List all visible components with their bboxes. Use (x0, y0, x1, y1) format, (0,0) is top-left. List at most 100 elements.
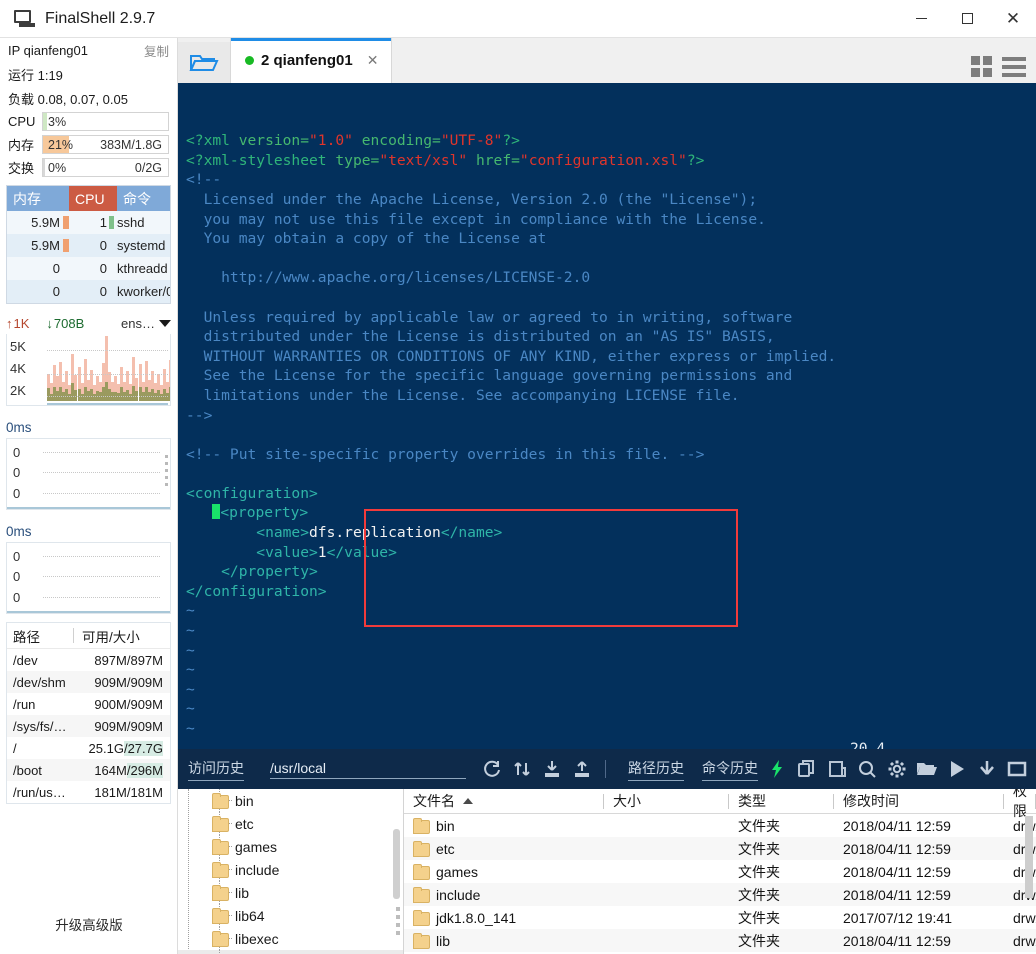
process-row[interactable]: 5.9M 0 systemd (7, 234, 170, 257)
paste-icon[interactable] (826, 758, 848, 780)
directory-tree[interactable]: bin etc games include lib lib64 libexec local (178, 789, 404, 954)
file-row[interactable]: lib 文件夹 2018/04/11 12:59 drwxr (404, 929, 1036, 952)
disk-size: 909M/909M (94, 674, 163, 690)
file-col-name[interactable]: 文件名 (404, 789, 604, 814)
command-history-button[interactable]: 命令历史 (702, 758, 758, 781)
disk-row[interactable]: /boot 164M/296M (7, 759, 170, 781)
network-chart: 5K 4K 2K (6, 334, 171, 406)
terminal-line: ~ (186, 661, 195, 679)
file-row[interactable]: games文件夹2018/04/11 12:59drwxr (404, 860, 1036, 883)
chevron-down-icon (159, 319, 171, 327)
window-controls: ✕ (898, 0, 1036, 38)
list-view-icon[interactable] (1002, 56, 1026, 77)
ping-multi-tick-0: 0 (13, 549, 21, 564)
file-row[interactable]: etc文件夹2018/04/11 12:59drwxr (404, 837, 1036, 860)
tree-node[interactable]: etc (178, 812, 403, 835)
window-icon[interactable] (1006, 758, 1028, 780)
tab-session-qianfeng01[interactable]: 2 qianfeng01 ✕ (230, 38, 392, 83)
upgrade-button[interactable]: 升级高级版 (0, 914, 178, 934)
file-list-scrollbar[interactable] (1025, 816, 1033, 898)
process-cpu: 0 (99, 284, 107, 299)
ping-local-tick-1: 0 (13, 465, 21, 480)
folder-icon (413, 909, 430, 926)
tree-node[interactable]: lib (178, 881, 403, 904)
ping-multi-tick-2: 0 (13, 590, 21, 605)
disk-path: /run/us… (13, 784, 66, 800)
process-memory: 0 (52, 284, 60, 299)
gear-icon[interactable] (886, 758, 908, 780)
open-folder-button[interactable] (178, 42, 230, 83)
process-row[interactable]: 0 0 kthreadd (7, 257, 170, 280)
file-row[interactable]: bin文件夹2018/04/11 12:59drwxr (404, 814, 1036, 837)
close-button[interactable]: ✕ (990, 0, 1036, 38)
disk-col-size[interactable]: 可用/大小 (74, 626, 170, 646)
network-tick-2: 2K (10, 383, 26, 398)
file-col-time[interactable]: 修改时间 (834, 789, 1004, 814)
tree-node[interactable]: lib64 (178, 904, 403, 927)
file-name-label: jdk1.8.0_141 (436, 909, 517, 926)
tree-node-label: lib (235, 884, 250, 901)
up-arrow-icon: ↑ (6, 315, 13, 331)
tree-node[interactable]: include (178, 858, 403, 881)
disk-row[interactable]: / 25.1G/27.7G (7, 737, 170, 759)
minimize-button[interactable] (898, 0, 944, 38)
ping-local-scroll[interactable] (165, 455, 168, 491)
tree-node[interactable]: games (178, 835, 403, 858)
disk-row[interactable]: /run/us… 181M/181M (7, 781, 170, 803)
tree-node[interactable]: local (178, 950, 403, 954)
copy-icon[interactable] (796, 758, 818, 780)
download-arrow-icon[interactable] (976, 758, 998, 780)
terminal-editor[interactable]: <?xml version="1.0" encoding="UTF-8"?> <?… (178, 83, 1036, 749)
path-input[interactable]: /usr/local (270, 760, 466, 779)
open-folder-icon[interactable] (916, 758, 938, 780)
tree-node[interactable]: libexec (178, 927, 403, 950)
process-col-command[interactable]: 命令 (117, 186, 170, 211)
copy-link[interactable]: 复制 (144, 41, 169, 60)
file-time-cell: 2018/04/11 12:59 (843, 932, 951, 949)
file-col-type[interactable]: 类型 (729, 789, 834, 814)
upload-icon[interactable] (571, 758, 593, 780)
folder-icon (413, 886, 430, 903)
process-cpu: 1 (99, 215, 107, 230)
process-col-cpu[interactable]: CPU (69, 186, 117, 211)
file-col-permission[interactable]: 权限 (1004, 789, 1036, 819)
disk-row[interactable]: /run 900M/909M (7, 693, 170, 715)
tab-close-icon[interactable]: ✕ (367, 52, 379, 69)
grid-view-icon[interactable] (971, 56, 992, 77)
tree-scrollbar[interactable] (393, 829, 400, 899)
file-browser-panes: bin etc games include lib lib64 libexec local 文… (178, 789, 1036, 954)
play-icon[interactable] (946, 758, 968, 780)
upload-arrow-icon[interactable] (511, 758, 533, 780)
file-row[interactable]: include文件夹2018/04/11 12:59drwxr (404, 883, 1036, 906)
terminal-line: You may obtain a copy of the License at (186, 230, 547, 248)
maximize-button[interactable] (944, 0, 990, 38)
disk-row[interactable]: /dev 897M/897M (7, 649, 170, 671)
tree-node[interactable]: bin (178, 789, 403, 812)
process-col-memory[interactable]: 内存 (7, 186, 69, 211)
search-icon[interactable] (856, 758, 878, 780)
disk-row[interactable]: /sys/fs/… 909M/909M (7, 715, 170, 737)
terminal-line: Unless required by applicable law or agr… (186, 308, 793, 326)
visit-history-button[interactable]: 访问历史 (188, 758, 244, 781)
bolt-icon[interactable] (766, 758, 788, 780)
file-list[interactable]: 文件名 大小 类型 修改时间 权限 bin 文件夹 2018/04/11 12:… (404, 789, 1036, 954)
disk-col-path[interactable]: 路径 (7, 626, 73, 646)
file-col-size[interactable]: 大小 (604, 789, 729, 814)
file-name-cell: games (404, 863, 604, 880)
meter-bar: 21% 383M/1.8G (42, 135, 169, 154)
refresh-icon[interactable] (481, 758, 503, 780)
terminal-line: ~ (186, 700, 195, 718)
ping-multi-panel: 0ms 多地点ping 0 0 0 (6, 76, 1036, 954)
file-row[interactable]: jdk1.8.0_141 文件夹 2017/07/12 19:41 drwxr (404, 906, 1036, 929)
file-time-cell: 2018/04/11 12:59 (843, 886, 951, 903)
download-icon[interactable] (541, 758, 563, 780)
interface-selector[interactable]: ens… (121, 316, 171, 331)
disk-row[interactable]: /dev/shm 909M/909M (7, 671, 170, 693)
terminal-line: <?xml version="1.0" encoding="UTF-8"?> (186, 132, 520, 150)
process-row[interactable]: 5.9M 1 sshd (7, 211, 170, 234)
path-history-button[interactable]: 路径历史 (628, 758, 684, 781)
process-row[interactable]: 0 0 kworker/0 (7, 280, 170, 303)
server-status-sidebar: IP qianfeng01 复制 运行 1:19 负载 0.08, 0.07, … (0, 38, 1036, 954)
network-tick-0: 5K (10, 339, 26, 354)
